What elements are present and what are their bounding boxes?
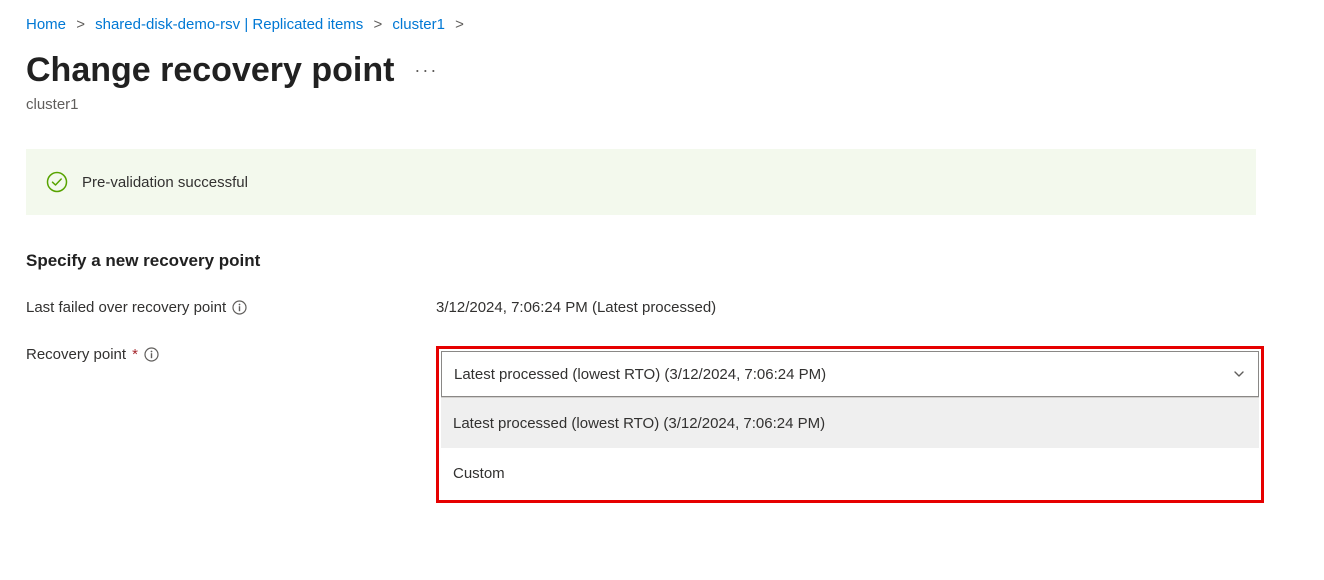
dropdown-list: Latest processed (lowest RTO) (3/12/2024… xyxy=(441,397,1259,498)
chevron-right-icon: > xyxy=(76,16,85,33)
last-failed-over-label: Last failed over recovery point xyxy=(26,299,436,316)
dropdown-option[interactable]: Custom xyxy=(441,448,1259,498)
dropdown-selected-value: Latest processed (lowest RTO) (3/12/2024… xyxy=(454,366,826,383)
status-message: Pre-validation successful xyxy=(82,174,248,191)
breadcrumb-link-cluster[interactable]: cluster1 xyxy=(392,16,445,33)
breadcrumb-link-resource[interactable]: shared-disk-demo-rsv | Replicated items xyxy=(95,16,363,33)
breadcrumb: Home > shared-disk-demo-rsv | Replicated… xyxy=(26,16,1298,33)
info-icon[interactable] xyxy=(232,300,247,315)
recovery-point-dropdown-highlight: Latest processed (lowest RTO) (3/12/2024… xyxy=(436,346,1264,503)
page-subtitle: cluster1 xyxy=(26,96,1298,113)
more-actions-button[interactable]: ··· xyxy=(414,60,438,81)
recovery-point-label: Recovery point * xyxy=(26,346,436,363)
success-check-icon xyxy=(46,171,68,193)
breadcrumb-link-home[interactable]: Home xyxy=(26,16,66,33)
required-marker: * xyxy=(132,346,138,363)
recovery-point-row: Recovery point * Latest processed (lowes… xyxy=(26,346,1298,503)
page-title: Change recovery point xyxy=(26,51,394,90)
section-heading: Specify a new recovery point xyxy=(26,251,1298,271)
last-failed-over-row: Last failed over recovery point 3/12/202… xyxy=(26,299,1298,316)
status-banner: Pre-validation successful xyxy=(26,149,1256,215)
recovery-point-dropdown[interactable]: Latest processed (lowest RTO) (3/12/2024… xyxy=(441,351,1259,397)
last-failed-over-value: 3/12/2024, 7:06:24 PM (Latest processed) xyxy=(436,299,716,316)
dropdown-option[interactable]: Latest processed (lowest RTO) (3/12/2024… xyxy=(441,398,1259,448)
chevron-right-icon: > xyxy=(373,16,382,33)
chevron-right-icon: > xyxy=(455,16,464,33)
info-icon[interactable] xyxy=(144,347,159,362)
chevron-down-icon xyxy=(1232,367,1246,381)
